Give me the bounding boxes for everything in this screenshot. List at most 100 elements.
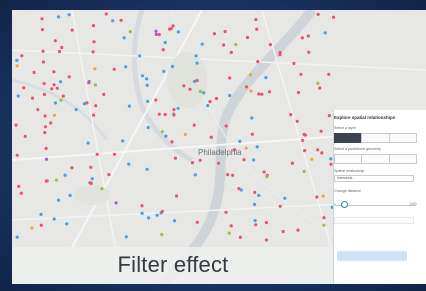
map-point[interactable] <box>234 42 238 47</box>
map-point[interactable] <box>296 90 301 95</box>
map-point[interactable] <box>303 133 307 137</box>
map-point[interactable] <box>57 49 62 54</box>
map-point[interactable] <box>17 184 21 188</box>
relationship-dropdown[interactable]: intersects <box>334 175 414 182</box>
map-point[interactable] <box>154 98 158 102</box>
map-point[interactable] <box>112 152 117 156</box>
map-point[interactable] <box>209 135 213 139</box>
map-point[interactable] <box>295 119 299 123</box>
map-point[interactable] <box>19 191 23 195</box>
map-point[interactable] <box>316 148 320 152</box>
map-point[interactable] <box>172 113 176 117</box>
map-point[interactable] <box>301 138 305 142</box>
map-point[interactable] <box>255 145 259 149</box>
map-point[interactable] <box>145 77 149 81</box>
geometry-option-point[interactable] <box>334 154 363 164</box>
map-point[interactable] <box>61 94 65 98</box>
map-point[interactable] <box>307 50 311 54</box>
map-point[interactable] <box>200 42 204 46</box>
map-point[interactable] <box>264 238 268 242</box>
map-point[interactable] <box>65 222 69 226</box>
map-point[interactable] <box>226 173 230 177</box>
map-point[interactable] <box>127 104 131 108</box>
map-point[interactable] <box>238 235 242 239</box>
map-point[interactable] <box>320 151 324 155</box>
map-point[interactable] <box>254 223 258 227</box>
map-point[interactable] <box>54 178 59 182</box>
map-point[interactable] <box>229 50 233 55</box>
map-point[interactable] <box>30 96 35 100</box>
map-point[interactable] <box>322 216 326 220</box>
map-point[interactable] <box>146 125 150 130</box>
map-point[interactable] <box>124 235 128 239</box>
map-point[interactable] <box>192 123 196 127</box>
map-point[interactable] <box>171 24 175 28</box>
map-point[interactable] <box>163 112 167 117</box>
layer-selector[interactable] <box>334 133 417 143</box>
map-point[interactable] <box>32 70 36 75</box>
map-point[interactable] <box>327 114 331 118</box>
map-point[interactable] <box>228 76 232 80</box>
map-point[interactable] <box>331 15 336 19</box>
map-point[interactable] <box>300 36 304 40</box>
map-point[interactable] <box>20 54 24 58</box>
map-point[interactable] <box>223 29 227 34</box>
map-point[interactable] <box>56 198 61 202</box>
map-point[interactable] <box>155 213 159 217</box>
map-point[interactable] <box>49 121 53 125</box>
map-point[interactable] <box>202 91 206 95</box>
map-point[interactable] <box>239 188 243 192</box>
map-point[interactable] <box>40 28 44 32</box>
map-point[interactable] <box>193 173 197 177</box>
map-point[interactable] <box>250 116 254 120</box>
map-point[interactable] <box>160 130 164 134</box>
map-point[interactable] <box>52 113 57 117</box>
map-point[interactable] <box>104 12 108 16</box>
map-point[interactable] <box>242 158 246 162</box>
map-point[interactable] <box>296 228 300 232</box>
layer-option-1[interactable] <box>334 133 363 143</box>
map-point[interactable] <box>15 153 19 157</box>
map-point[interactable] <box>102 92 106 96</box>
map-point[interactable] <box>127 162 131 166</box>
map-point[interactable] <box>145 83 149 87</box>
map-point[interactable] <box>122 36 126 40</box>
map-point[interactable] <box>74 108 78 112</box>
map-point[interactable] <box>15 235 19 239</box>
map-point[interactable] <box>257 193 261 198</box>
map-point[interactable] <box>124 65 128 69</box>
map-point[interactable] <box>190 161 195 165</box>
map-point[interactable] <box>183 132 187 136</box>
map-point[interactable] <box>306 34 310 38</box>
map-point[interactable] <box>39 212 43 216</box>
map-point[interactable] <box>254 18 258 22</box>
map-point[interactable] <box>59 80 63 84</box>
map-point[interactable] <box>42 92 46 96</box>
map-point[interactable] <box>44 146 48 150</box>
map-point[interactable] <box>140 211 144 215</box>
map-point[interactable] <box>257 92 261 96</box>
map-point[interactable] <box>316 81 320 85</box>
map-point[interactable] <box>256 60 260 64</box>
distance-slider-track[interactable] <box>336 205 416 206</box>
map-point[interactable] <box>114 201 118 205</box>
map-point[interactable] <box>88 181 92 185</box>
map-point[interactable] <box>87 81 91 85</box>
map-point[interactable] <box>160 209 164 213</box>
map-point[interactable] <box>93 67 97 71</box>
map-point[interactable] <box>244 146 248 150</box>
map-point[interactable] <box>30 226 34 230</box>
map-point[interactable] <box>138 54 142 58</box>
map-point[interactable] <box>112 67 116 71</box>
map-point[interactable] <box>208 100 212 104</box>
map-point[interactable] <box>227 231 231 235</box>
map-point[interactable] <box>162 69 166 73</box>
map-point[interactable] <box>321 194 325 198</box>
map-point[interactable] <box>145 167 149 171</box>
map-point[interactable] <box>238 139 242 143</box>
distance-slider-handle[interactable] <box>341 201 348 208</box>
map-point[interactable] <box>194 54 198 58</box>
map-point[interactable] <box>278 53 282 57</box>
map-point[interactable] <box>43 130 47 135</box>
map-point[interactable] <box>322 223 326 227</box>
